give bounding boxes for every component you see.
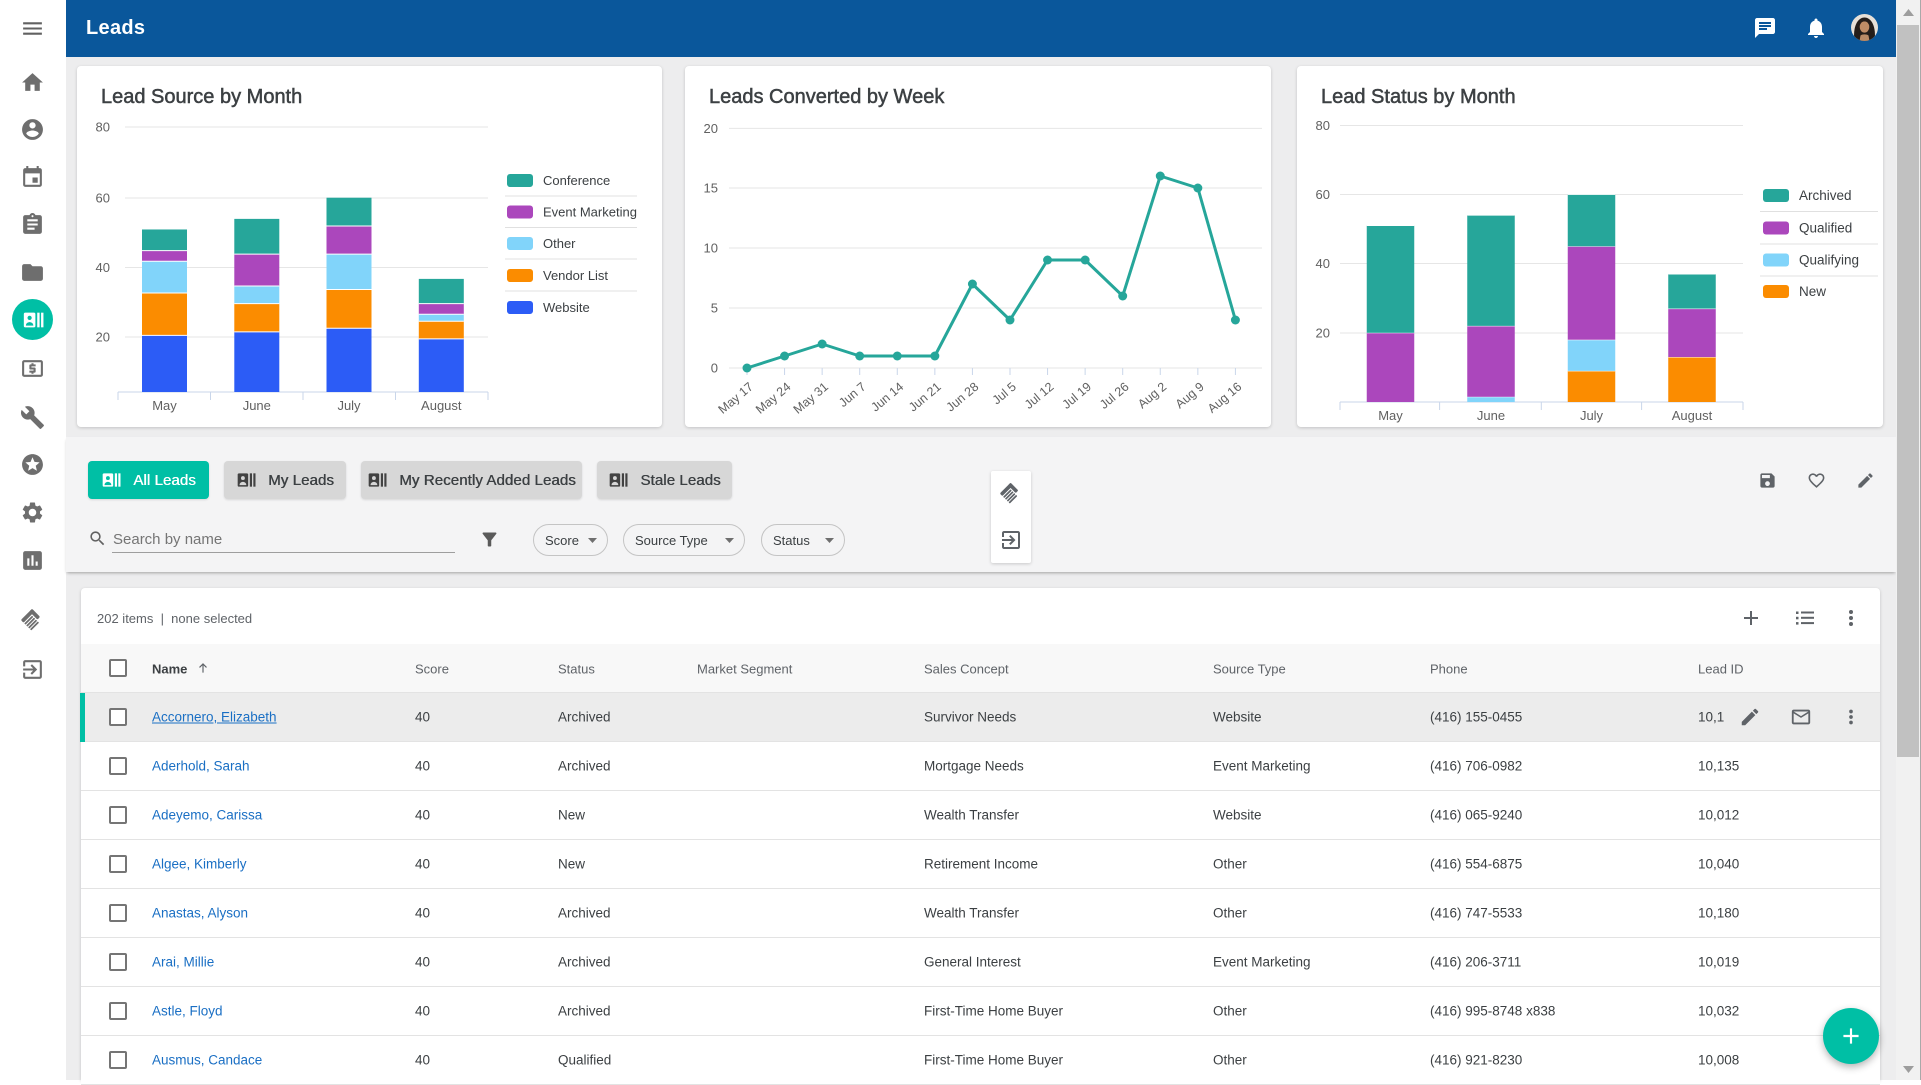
svg-text:40: 40	[1316, 256, 1330, 271]
svg-text:60: 60	[1316, 187, 1330, 202]
svg-text:July: July	[1580, 408, 1604, 423]
svg-text:80: 80	[96, 120, 110, 135]
svg-text:Aug 2: Aug 2	[1135, 380, 1169, 412]
svg-text:May 24: May 24	[753, 380, 793, 417]
svg-text:Lead Status by Month: Lead Status by Month	[1321, 86, 1516, 108]
svg-text:August: August	[421, 398, 462, 413]
svg-text:Aug 9: Aug 9	[1173, 380, 1207, 412]
svg-text:New: New	[1799, 284, 1826, 299]
svg-text:May 31: May 31	[791, 380, 831, 417]
svg-text:Jul 5: Jul 5	[990, 380, 1019, 408]
svg-text:20: 20	[704, 121, 718, 136]
svg-text:Jul 26: Jul 26	[1097, 380, 1132, 412]
svg-text:Aug 16: Aug 16	[1205, 380, 1244, 416]
svg-text:15: 15	[704, 181, 718, 196]
svg-text:Lead Source by Month: Lead Source by Month	[101, 86, 302, 108]
svg-text:Jul 19: Jul 19	[1060, 380, 1095, 412]
svg-text:0: 0	[711, 361, 718, 376]
svg-text:May 17: May 17	[716, 380, 756, 417]
svg-text:60: 60	[96, 191, 110, 206]
svg-text:20: 20	[96, 330, 110, 345]
svg-text:August: August	[1672, 408, 1713, 423]
svg-text:Website: Website	[543, 300, 590, 315]
svg-text:Conference: Conference	[543, 173, 610, 188]
svg-text:5: 5	[711, 301, 718, 316]
svg-text:May: May	[152, 398, 177, 413]
svg-text:June: June	[243, 398, 271, 413]
svg-text:Jun 21: Jun 21	[906, 380, 944, 415]
svg-text:10: 10	[704, 241, 718, 256]
svg-text:Jun 7: Jun 7	[836, 380, 868, 410]
svg-text:20: 20	[1316, 326, 1330, 341]
svg-text:Leads Converted by Week: Leads Converted by Week	[709, 86, 945, 108]
svg-text:Qualifying: Qualifying	[1799, 253, 1859, 268]
svg-text:June: June	[1477, 408, 1505, 423]
svg-text:Qualified: Qualified	[1799, 221, 1852, 236]
svg-text:May: May	[1378, 408, 1403, 423]
svg-text:Event Marketing: Event Marketing	[543, 205, 637, 220]
svg-text:July: July	[337, 398, 361, 413]
svg-text:40: 40	[96, 260, 110, 275]
svg-text:Jul 12: Jul 12	[1022, 380, 1057, 412]
svg-text:Jun 14: Jun 14	[868, 380, 906, 415]
svg-text:80: 80	[1316, 118, 1330, 133]
svg-text:Jun 28: Jun 28	[944, 380, 982, 415]
svg-text:Other: Other	[543, 236, 576, 251]
svg-text:Archived: Archived	[1799, 188, 1852, 203]
svg-text:Vendor List: Vendor List	[543, 268, 608, 283]
